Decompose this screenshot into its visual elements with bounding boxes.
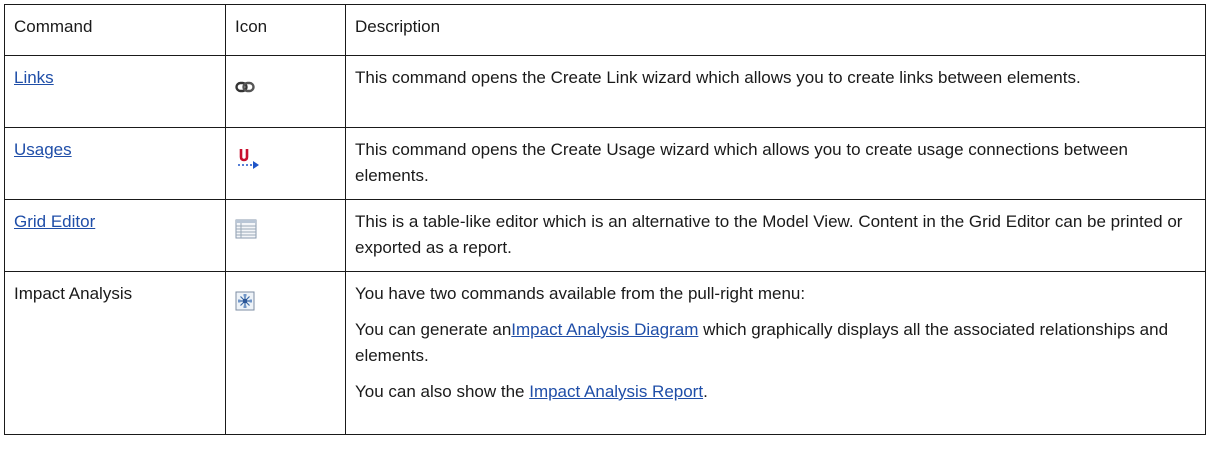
description-cell: This is a table-like editor which is an … xyxy=(345,199,1206,272)
links-command-link[interactable]: Links xyxy=(14,68,54,87)
icon-cell xyxy=(225,199,346,272)
table-row: Impact Analysis You have two commands av… xyxy=(4,271,1206,435)
column-header-description: Description xyxy=(345,4,1206,56)
impact-report-suffix: . xyxy=(703,382,708,401)
usage-arrow-icon xyxy=(235,147,261,177)
command-cell: Usages xyxy=(4,127,226,200)
icon-cell xyxy=(225,55,346,128)
description-cell: This command opens the Create Link wizar… xyxy=(345,55,1206,128)
icon-cell xyxy=(225,271,346,435)
icon-cell xyxy=(225,127,346,200)
grid-table-icon xyxy=(235,219,257,247)
column-header-icon: Icon xyxy=(225,4,346,56)
impact-analysis-icon xyxy=(235,291,255,319)
command-cell: Links xyxy=(4,55,226,128)
impact-paragraph-diagram: You can generate anImpact Analysis Diagr… xyxy=(355,317,1199,369)
usages-command-link[interactable]: Usages xyxy=(14,140,72,159)
table-header-row: Command Icon Description xyxy=(4,4,1206,56)
impact-analysis-report-link[interactable]: Impact Analysis Report xyxy=(529,382,703,401)
description-cell: This command opens the Create Usage wiza… xyxy=(345,127,1206,200)
table-row: Links This command opens the Create Link… xyxy=(4,55,1206,128)
column-header-command: Command xyxy=(4,4,226,56)
impact-report-prefix: You can also show the xyxy=(355,382,530,401)
description-cell: You have two commands available from the… xyxy=(345,271,1206,435)
table-row: Grid Editor This is a table-like editor … xyxy=(4,199,1206,272)
impact-diagram-prefix: You can generate an xyxy=(355,320,512,339)
impact-paragraph-report: You can also show the Impact Analysis Re… xyxy=(355,379,1199,405)
impact-analysis-diagram-link[interactable]: Impact Analysis Diagram xyxy=(511,320,698,339)
chain-link-icon xyxy=(235,75,255,101)
command-cell: Impact Analysis xyxy=(4,271,226,435)
impact-paragraph-intro: You have two commands available from the… xyxy=(355,284,806,303)
commands-table: Command Icon Description Links This comm… xyxy=(4,4,1206,435)
table-row: Usages This command opens the Create Usa… xyxy=(4,127,1206,200)
grid-editor-command-link[interactable]: Grid Editor xyxy=(14,212,95,231)
command-cell: Grid Editor xyxy=(4,199,226,272)
